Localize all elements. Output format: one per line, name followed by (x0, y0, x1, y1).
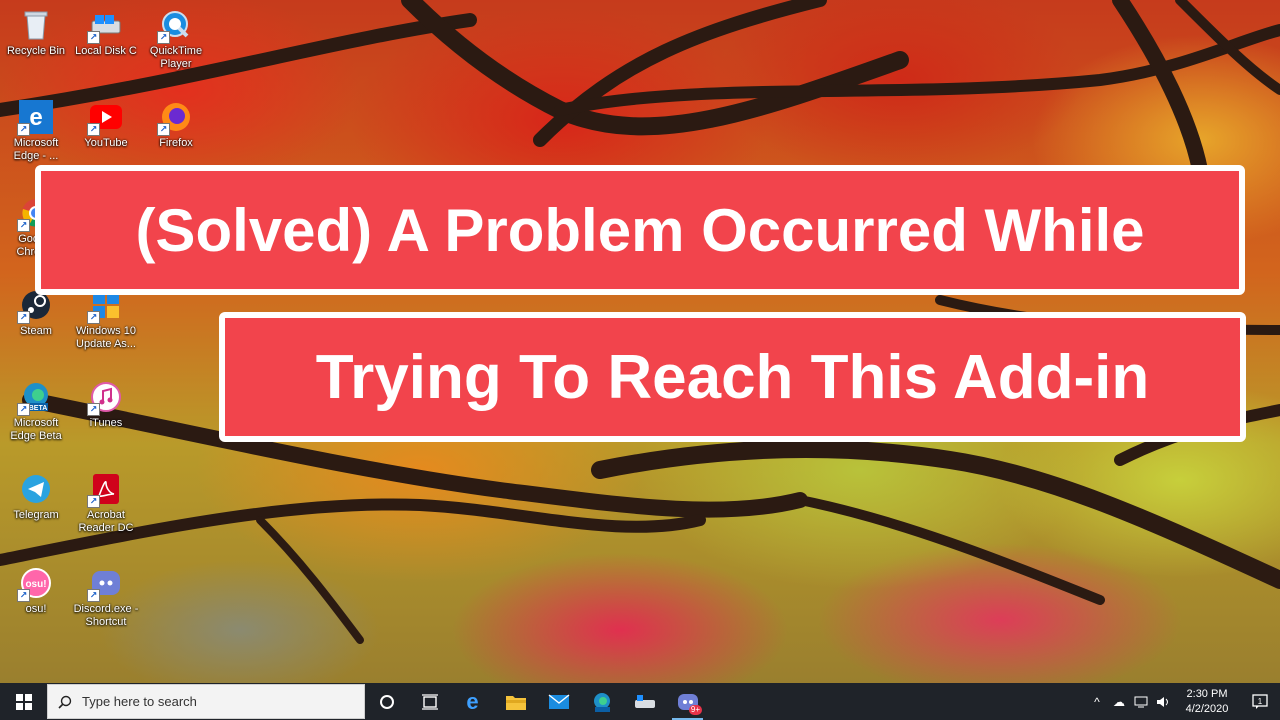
notification-icon: 1 (1252, 693, 1268, 709)
svg-text:1: 1 (1258, 697, 1263, 706)
youtube-icon: ↗ (87, 100, 123, 136)
desktop-icon-label: Acrobat Reader DC (78, 509, 134, 534)
shortcut-arrow-icon: ↗ (17, 589, 30, 602)
edge-icon: e (466, 688, 479, 714)
shortcut-arrow-icon: ↗ (87, 403, 100, 416)
taskbar-mail[interactable] (537, 683, 580, 720)
shortcut-arrow-icon: ↗ (17, 219, 30, 232)
network-tray-button[interactable] (1130, 683, 1152, 720)
desktop-icon-label: Recycle Bin (6, 45, 66, 57)
onedrive-tray-button[interactable]: ☁ (1108, 683, 1130, 720)
recycle-bin-icon (19, 8, 53, 42)
itunes-icon: ↗ (87, 380, 123, 416)
clock-date: 4/2/2020 (1185, 702, 1229, 715)
firefox-icon: ↗ (157, 100, 193, 136)
desktop-icon-label: osu! (25, 603, 47, 615)
taskbar-search-box[interactable] (47, 684, 365, 719)
local-disk-icon: ↗ (87, 8, 123, 44)
task-view-icon (421, 693, 438, 710)
shortcut-arrow-icon: ↗ (87, 31, 100, 44)
shortcut-arrow-icon: ↗ (17, 311, 30, 324)
shortcut-arrow-icon: ↗ (17, 123, 30, 136)
desktop-icon-label: YouTube (84, 137, 128, 149)
desktop-icon-label: Firefox (159, 137, 193, 149)
desktop-icon-acrobat[interactable]: ↗ Acrobat Reader DC (71, 472, 141, 535)
volume-tray-button[interactable] (1152, 683, 1174, 720)
shortcut-arrow-icon: ↗ (157, 31, 170, 44)
desktop-icon-label: Discord.exe - Shortcut (73, 603, 139, 628)
desktop-icon-recycle-bin[interactable]: Recycle Bin (1, 8, 71, 58)
discord-icon: ↗ (87, 566, 123, 602)
mail-icon (548, 693, 569, 709)
shortcut-arrow-icon: ↗ (87, 495, 100, 508)
osu-icon: osu! ↗ (17, 566, 53, 602)
notification-badge: 9+ (688, 705, 702, 715)
svg-text:BETA: BETA (29, 405, 48, 412)
desktop-icon-label: Microsoft Edge Beta (10, 417, 62, 442)
shortcut-arrow-icon: ↗ (87, 589, 100, 602)
search-icon (58, 695, 72, 709)
desktop-icon-youtube[interactable]: ↗ YouTube (71, 100, 141, 150)
desktop-icon-edge-beta[interactable]: BETA ↗ Microsoft Edge Beta (1, 380, 71, 443)
desktop-icon-local-disk[interactable]: ↗ Local Disk C (71, 8, 141, 58)
network-icon (1134, 696, 1148, 707)
clock-time: 2:30 PM (1186, 687, 1228, 700)
title-banner-line-2: Trying To Reach This Add-in (219, 312, 1246, 442)
quicktime-icon: ↗ (157, 8, 193, 44)
desktop-icon-label: Windows 10 Update As... (76, 325, 136, 350)
shortcut-arrow-icon: ↗ (87, 123, 100, 136)
acrobat-icon: ↗ (87, 472, 123, 508)
system-tray: ^ ☁ 2:30 PM 4/2/2020 1 (1086, 683, 1280, 720)
title-line-2: Trying To Reach This Add-in (315, 342, 1150, 412)
cortana-button[interactable] (365, 683, 408, 720)
taskbar-edge-beta[interactable] (580, 683, 623, 720)
desktop-icon-quicktime[interactable]: ↗ QuickTime Player (141, 8, 211, 71)
title-line-1: (Solved) A Problem Occurred While (135, 196, 1145, 264)
desktop-icon-edge[interactable]: e ↗ Microsoft Edge - ... (1, 100, 71, 163)
file-explorer-icon (505, 695, 526, 710)
desktop-icon-label: Microsoft Edge - ... (13, 137, 59, 162)
cloud-icon: ☁ (1113, 694, 1125, 709)
shortcut-arrow-icon: ↗ (87, 311, 100, 324)
shortcut-arrow-icon: ↗ (17, 403, 30, 416)
edge-beta-icon: BETA ↗ (17, 380, 53, 416)
desktop-icon-osu[interactable]: osu! ↗ osu! (1, 566, 71, 616)
taskbar-discord[interactable]: 9+ (666, 683, 709, 720)
desktop-icon-label: Local Disk C (75, 45, 137, 57)
telegram-icon (19, 472, 53, 506)
edge-icon: e ↗ (17, 100, 53, 136)
taskbar-clock[interactable]: 2:30 PM 4/2/2020 (1174, 687, 1240, 717)
desktop-icon-telegram[interactable]: Telegram (1, 472, 71, 522)
taskbar-edge[interactable]: e (451, 683, 494, 720)
desktop-icon-label: Steam (20, 325, 52, 337)
desktop-icon-label: QuickTime Player (149, 45, 203, 70)
taskbar-file-explorer[interactable] (494, 683, 537, 720)
show-hidden-icons-button[interactable]: ^ (1086, 683, 1108, 720)
desktop-icon-label: iTunes (89, 417, 123, 429)
cortana-icon (379, 694, 394, 709)
taskbar-local-disk[interactable] (623, 683, 666, 720)
task-view-button[interactable] (408, 683, 451, 720)
shortcut-arrow-icon: ↗ (157, 123, 170, 136)
local-disk-icon (634, 694, 655, 708)
speaker-icon (1157, 696, 1168, 707)
windows-logo-icon (15, 693, 32, 710)
chevron-up-icon: ^ (1094, 694, 1100, 709)
action-center-button[interactable]: 1 (1240, 683, 1280, 720)
search-input[interactable] (80, 693, 344, 710)
desktop-icon-discord[interactable]: ↗ Discord.exe - Shortcut (71, 566, 141, 629)
desktop-icon-steam[interactable]: ↗ Steam (1, 288, 71, 338)
desktop-icon-firefox[interactable]: ↗ Firefox (141, 100, 211, 150)
desktop-icon-itunes[interactable]: ↗ iTunes (71, 380, 141, 430)
title-banner-line-1: (Solved) A Problem Occurred While (35, 165, 1245, 295)
desktop-icon-label: Telegram (13, 509, 59, 521)
taskbar: e 9+ ^ ☁ 2:30 PM 4/2/2020 1 (0, 683, 1280, 720)
desktop-icon-windows-update[interactable]: ↗ Windows 10 Update As... (71, 288, 141, 351)
start-button[interactable] (0, 683, 47, 720)
edge-beta-icon (593, 692, 610, 712)
